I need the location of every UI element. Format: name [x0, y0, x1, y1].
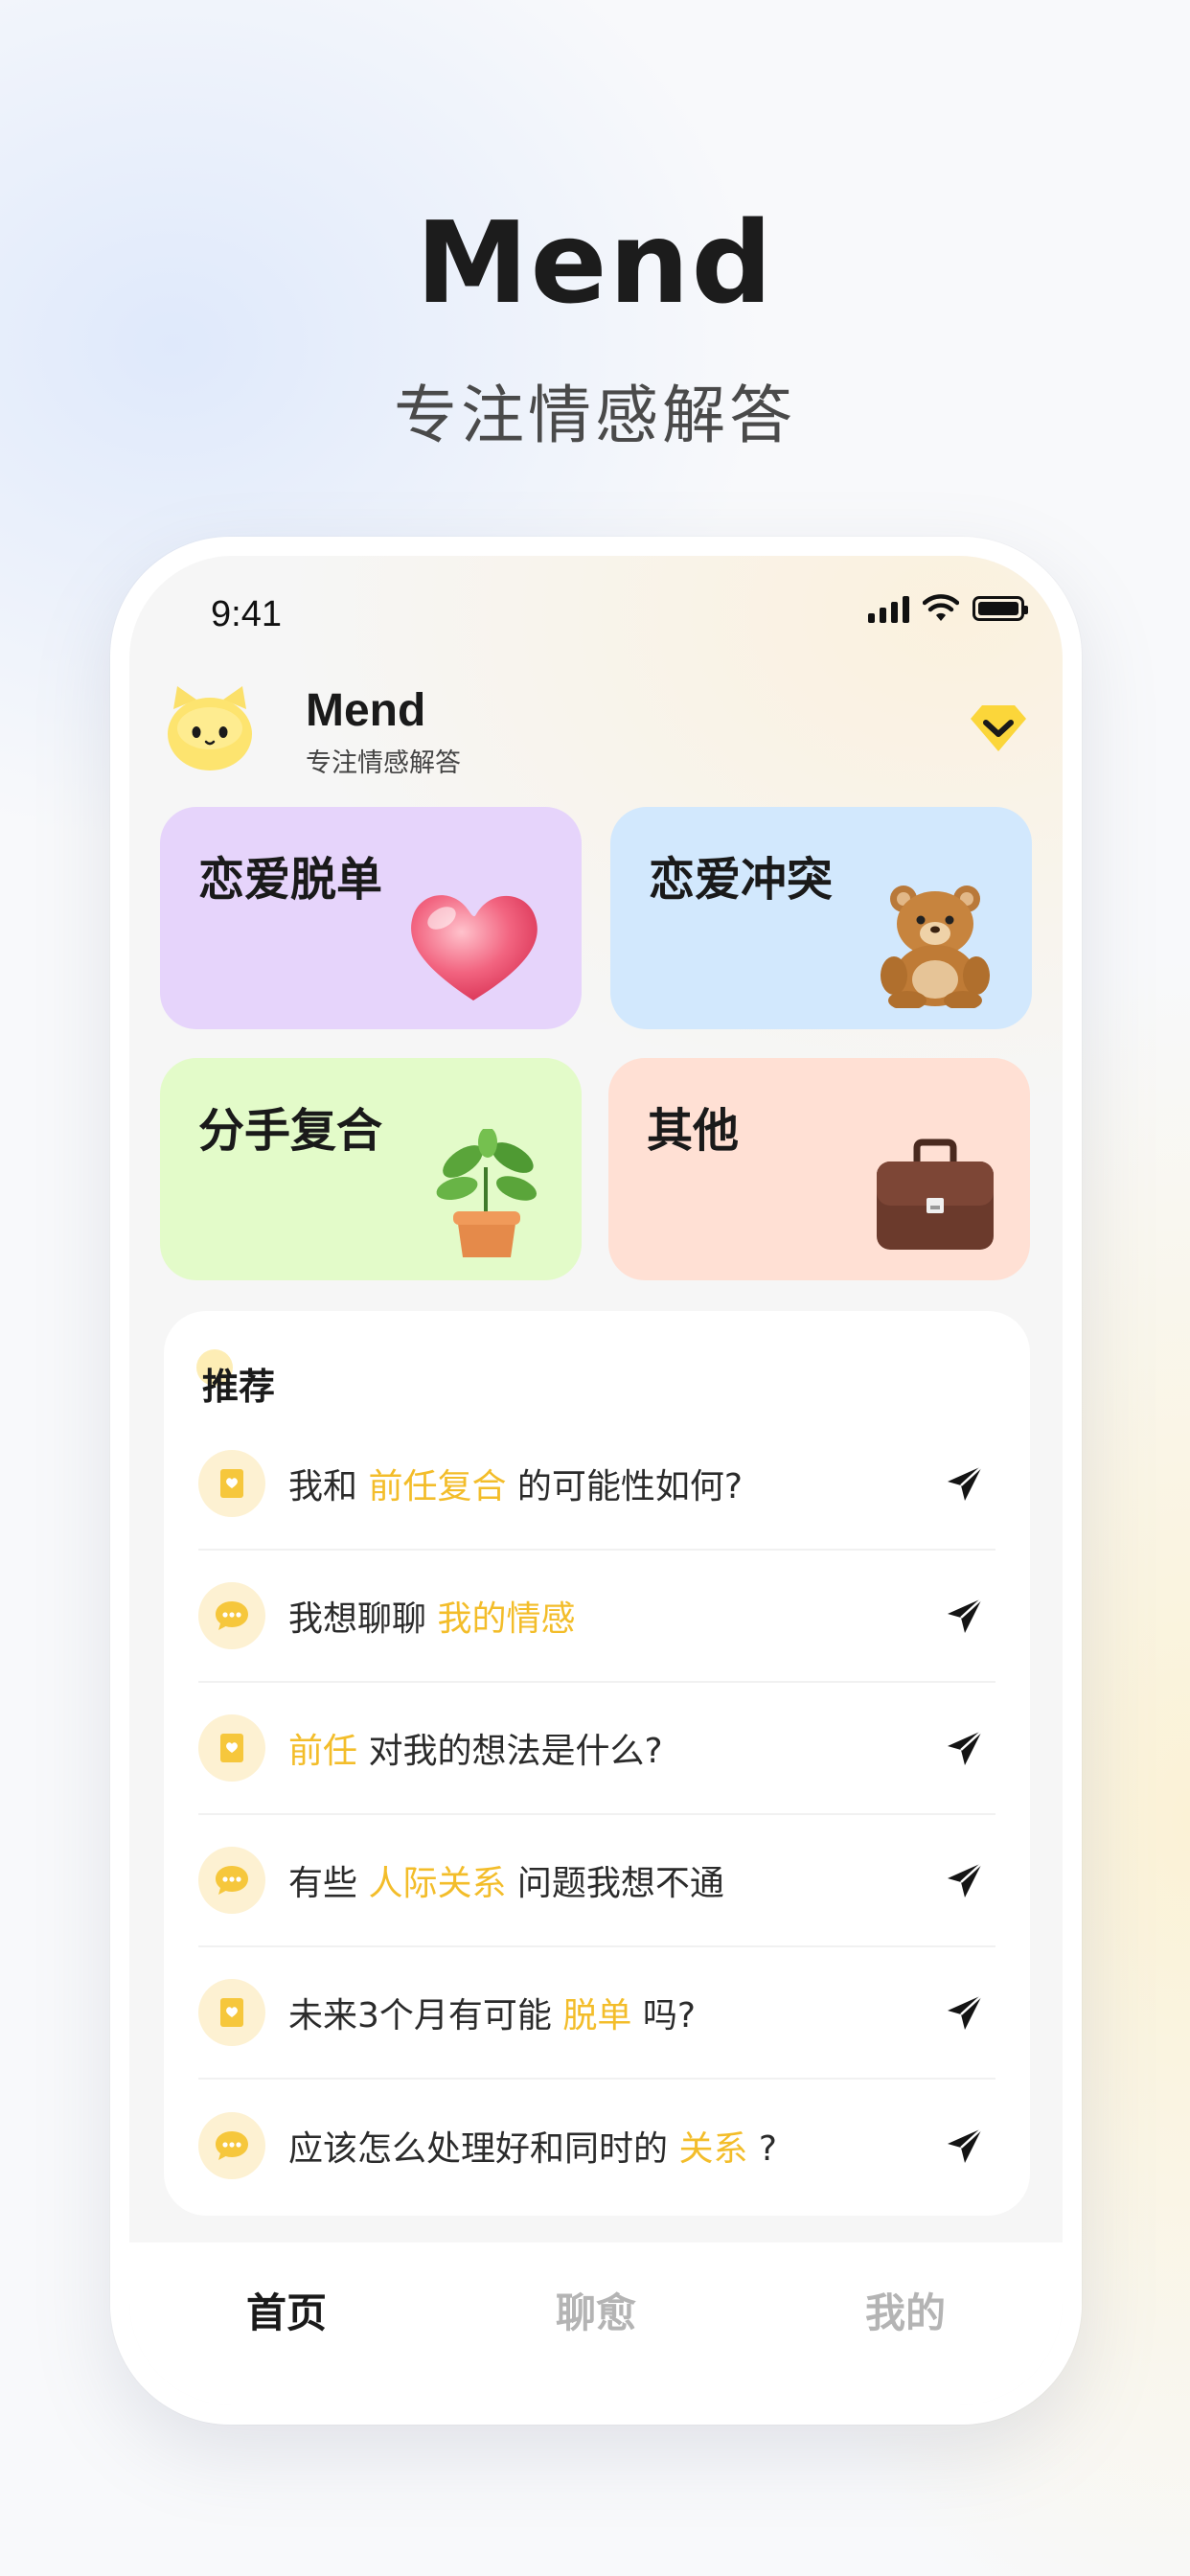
- app-screen: 9:41 Mend 专注情感解答 恋爱脱单 恋爱冲突 分手复合 其他 推荐 我和…: [129, 556, 1063, 2405]
- category-card-other[interactable]: 其他: [608, 1058, 1030, 1280]
- send-icon[interactable]: [944, 1595, 986, 1637]
- chat-bubble-icon: [198, 1582, 265, 1649]
- recommend-item[interactable]: 我想聊聊 我的情感: [198, 1551, 995, 1683]
- yellow-cat-icon[interactable]: [164, 680, 256, 772]
- tab-chat-heal[interactable]: 聊愈: [556, 2281, 636, 2339]
- recommend-card: 推荐 我和 前任复合 的可能性如何? 我想聊聊 我的情感前任 对我的想法是什么? 有…: [164, 1311, 1030, 2216]
- text-highlight: 脱单: [562, 1996, 632, 2036]
- recommend-item[interactable]: 有些 人际关系 问题我想不通: [198, 1815, 995, 1947]
- recommend-list: 我和 前任复合 的可能性如何? 我想聊聊 我的情感前任 对我的想法是什么? 有些 人…: [198, 1418, 995, 2212]
- diamond-chevron-icon[interactable]: [965, 700, 1032, 757]
- text-suffix: ?: [747, 2129, 778, 2169]
- text-prefix: 我和: [288, 1467, 369, 1506]
- text-suffix: 对我的想法是什么?: [357, 1732, 663, 1771]
- send-icon[interactable]: [944, 2125, 986, 2167]
- tab-mine[interactable]: 我的: [865, 2281, 946, 2339]
- recommend-item-text: 应该怎么处理好和同时的 关系 ?: [288, 2121, 777, 2171]
- heart-icon: [411, 895, 538, 1000]
- recommend-item[interactable]: 我和 前任复合 的可能性如何?: [198, 1418, 995, 1551]
- text-suffix: 的可能性如何?: [506, 1467, 744, 1506]
- hero-title: Mend: [416, 196, 774, 329]
- book-heart-icon: [198, 1979, 265, 2046]
- category-label: 其他: [647, 1104, 740, 1158]
- status-time: 9:41: [211, 594, 282, 634]
- app-tagline: 专注情感解答: [306, 748, 461, 778]
- hero-subtitle: 专注情感解答: [394, 379, 796, 452]
- text-prefix: 有些: [288, 1864, 369, 1903]
- send-icon[interactable]: [944, 1727, 986, 1769]
- recommend-item-text: 未来3个月有可能 脱单 吗?: [288, 1988, 696, 2037]
- tab-home[interactable]: 首页: [246, 2281, 327, 2339]
- app-name: Mend: [306, 685, 426, 736]
- text-highlight: 关系: [678, 2129, 748, 2169]
- category-card-conflict[interactable]: 恋爱冲突: [610, 807, 1032, 1029]
- send-icon[interactable]: [944, 1991, 986, 2034]
- recommend-item-text: 有些 人际关系 问题我想不通: [288, 1855, 724, 1905]
- category-label: 恋爱脱单: [198, 853, 383, 907]
- recommend-item[interactable]: 未来3个月有可能 脱单 吗?: [198, 1947, 995, 2080]
- cellular-signal-icon: [868, 594, 909, 623]
- send-icon[interactable]: [944, 1462, 986, 1505]
- text-prefix: 未来3个月有可能: [288, 1996, 563, 2036]
- chat-bubble-icon: [198, 2112, 265, 2179]
- text-highlight: 我的情感: [437, 1599, 576, 1639]
- wifi-icon: [923, 594, 959, 621]
- status-icons: [868, 594, 1028, 623]
- text-highlight: 前任: [288, 1732, 358, 1771]
- app-header: Mend 专注情感解答: [164, 680, 1026, 778]
- recommend-item[interactable]: 应该怎么处理好和同时的 关系 ?: [198, 2080, 995, 2212]
- battery-icon: [973, 596, 1028, 621]
- category-card-love[interactable]: 恋爱脱单: [160, 807, 582, 1029]
- recommend-title: 推荐: [202, 1366, 276, 1408]
- potted-plant-icon: [436, 1129, 538, 1257]
- text-highlight: 人际关系: [368, 1864, 507, 1903]
- text-highlight: 前任复合: [368, 1467, 507, 1506]
- book-heart-icon: [198, 1714, 265, 1782]
- recommend-item-text: 我想聊聊 我的情感: [288, 1591, 575, 1641]
- category-label: 分手复合: [198, 1104, 383, 1158]
- recommend-item-text: 我和 前任复合 的可能性如何?: [288, 1459, 743, 1508]
- recommend-item-text: 前任 对我的想法是什么?: [288, 1723, 663, 1773]
- book-heart-icon: [198, 1450, 265, 1517]
- text-suffix: 问题我想不通: [506, 1864, 724, 1903]
- text-suffix: 吗?: [631, 1996, 696, 2036]
- tab-bar: 首页 聊愈 我的: [129, 2242, 1063, 2405]
- recommend-item[interactable]: 前任 对我的想法是什么?: [198, 1683, 995, 1815]
- teddy-bear-icon: [881, 886, 990, 1008]
- phone-frame: 9:41 Mend 专注情感解答 恋爱脱单 恋爱冲突 分手复合 其他 推荐 我和…: [110, 537, 1082, 2425]
- text-prefix: 应该怎么处理好和同时的: [288, 2129, 679, 2169]
- text-prefix: 我想聊聊: [288, 1599, 438, 1639]
- briefcase-icon: [877, 1138, 994, 1250]
- category-label: 恋爱冲突: [649, 853, 834, 907]
- send-icon[interactable]: [944, 1859, 986, 1901]
- chat-bubble-icon: [198, 1847, 265, 1914]
- category-card-reconcile[interactable]: 分手复合: [160, 1058, 582, 1280]
